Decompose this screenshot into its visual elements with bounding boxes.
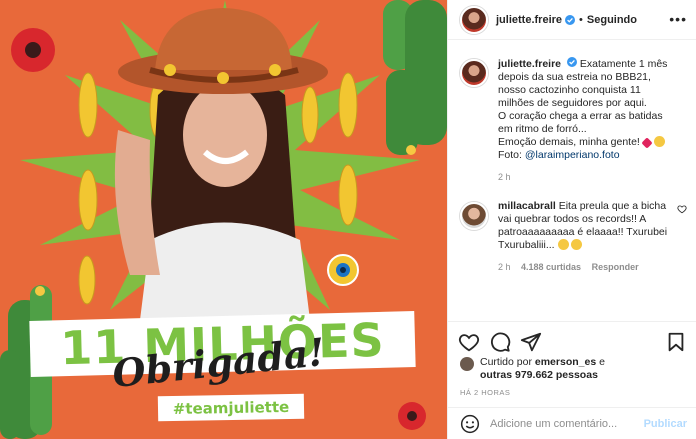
action-bar [448,321,696,361]
add-comment-bar: Publicar [448,407,696,439]
caption-body: juliette.freire Exatamente 1 mês depois … [498,57,678,184]
smiling-face-emoji-icon [653,136,665,147]
author-avatar[interactable] [460,5,488,34]
publish-button[interactable]: Publicar [644,418,687,430]
likes-summary: Curtido por emerson_es e outras 979.662 … [460,356,605,382]
caption-username[interactable]: juliette.freire [498,58,561,70]
comment-likes[interactable]: 4.188 curtidas [521,262,581,272]
verified-badge-icon [565,14,576,25]
comment-body: millacabrall Eita preula que a bicha vai… [498,200,670,274]
likes-others-link[interactable]: outras 979.662 pessoas [480,369,598,381]
likes-text: Curtido por emerson_es e outras 979.662 … [480,356,605,382]
post-timestamp[interactable]: HÁ 2 HORAS [460,388,510,397]
caption-age: 2 h [498,172,511,182]
laughing-face-emoji-icon [557,239,569,250]
post-header: juliette.freire • Seguindo ••• [448,0,696,40]
share-paper-plane-icon[interactable] [520,331,542,353]
post-side-panel: juliette.freire • Seguindo ••• juliette.… [447,0,696,439]
following-button[interactable]: Seguindo [587,14,637,26]
caption-text-2: O coração chega a errar as batidas em ri… [498,110,663,135]
reply-button[interactable]: Responder [592,262,639,272]
comment-age: 2 h [498,262,511,272]
comments-list[interactable]: juliette.freire Exatamente 1 mês depois … [448,57,696,320]
caption-avatar[interactable] [460,59,488,87]
more-horizontal-icon[interactable]: ••• [669,11,687,27]
person-top [140,222,310,320]
likes-prefix: Curtido por [480,356,532,368]
comment-avatar[interactable] [460,202,488,230]
comment-meta: 2 h 4.188 curtidas Responder [498,261,670,274]
likes-middle: e [599,356,605,368]
comment-username[interactable]: millacabrall [498,200,556,212]
post-image[interactable]: 11 MILHÕES Obrigada! #teamjuliette [0,0,447,439]
like-heart-icon[interactable] [458,331,480,353]
caption: juliette.freire Exatamente 1 mês depois … [448,57,696,184]
bbb-eye-icon [327,254,359,286]
hashtag-banner: #teamjuliette [157,393,305,422]
liker-avatar[interactable] [460,357,474,371]
caption-meta: 2 h [498,171,678,184]
header-separator: • [579,13,583,26]
bookmark-icon[interactable] [665,331,687,353]
person-face [183,83,267,187]
photo-credit-link[interactable]: @laraimperiano.foto [525,149,620,161]
liker-username[interactable]: emerson_es [535,356,596,368]
laughing-face-emoji-icon [571,239,583,250]
comment-bubble-icon[interactable] [489,331,511,353]
red-heart-emoji-icon [641,137,653,149]
cactus-right-decoration [383,0,447,155]
comment-input[interactable] [490,417,650,430]
caption-text-3: Emoção demais, minha gente! [498,136,640,148]
verified-badge-icon [566,57,577,67]
emoji-smile-icon[interactable] [460,414,480,434]
author-username[interactable]: juliette.freire [496,14,562,26]
photo-credit-prefix: Foto: [498,149,522,161]
comment-item: millacabrall Eita preula que a bicha vai… [448,200,696,274]
comment-like-heart-icon[interactable] [677,204,687,214]
hashtag-text: #teamjuliette [172,397,290,418]
